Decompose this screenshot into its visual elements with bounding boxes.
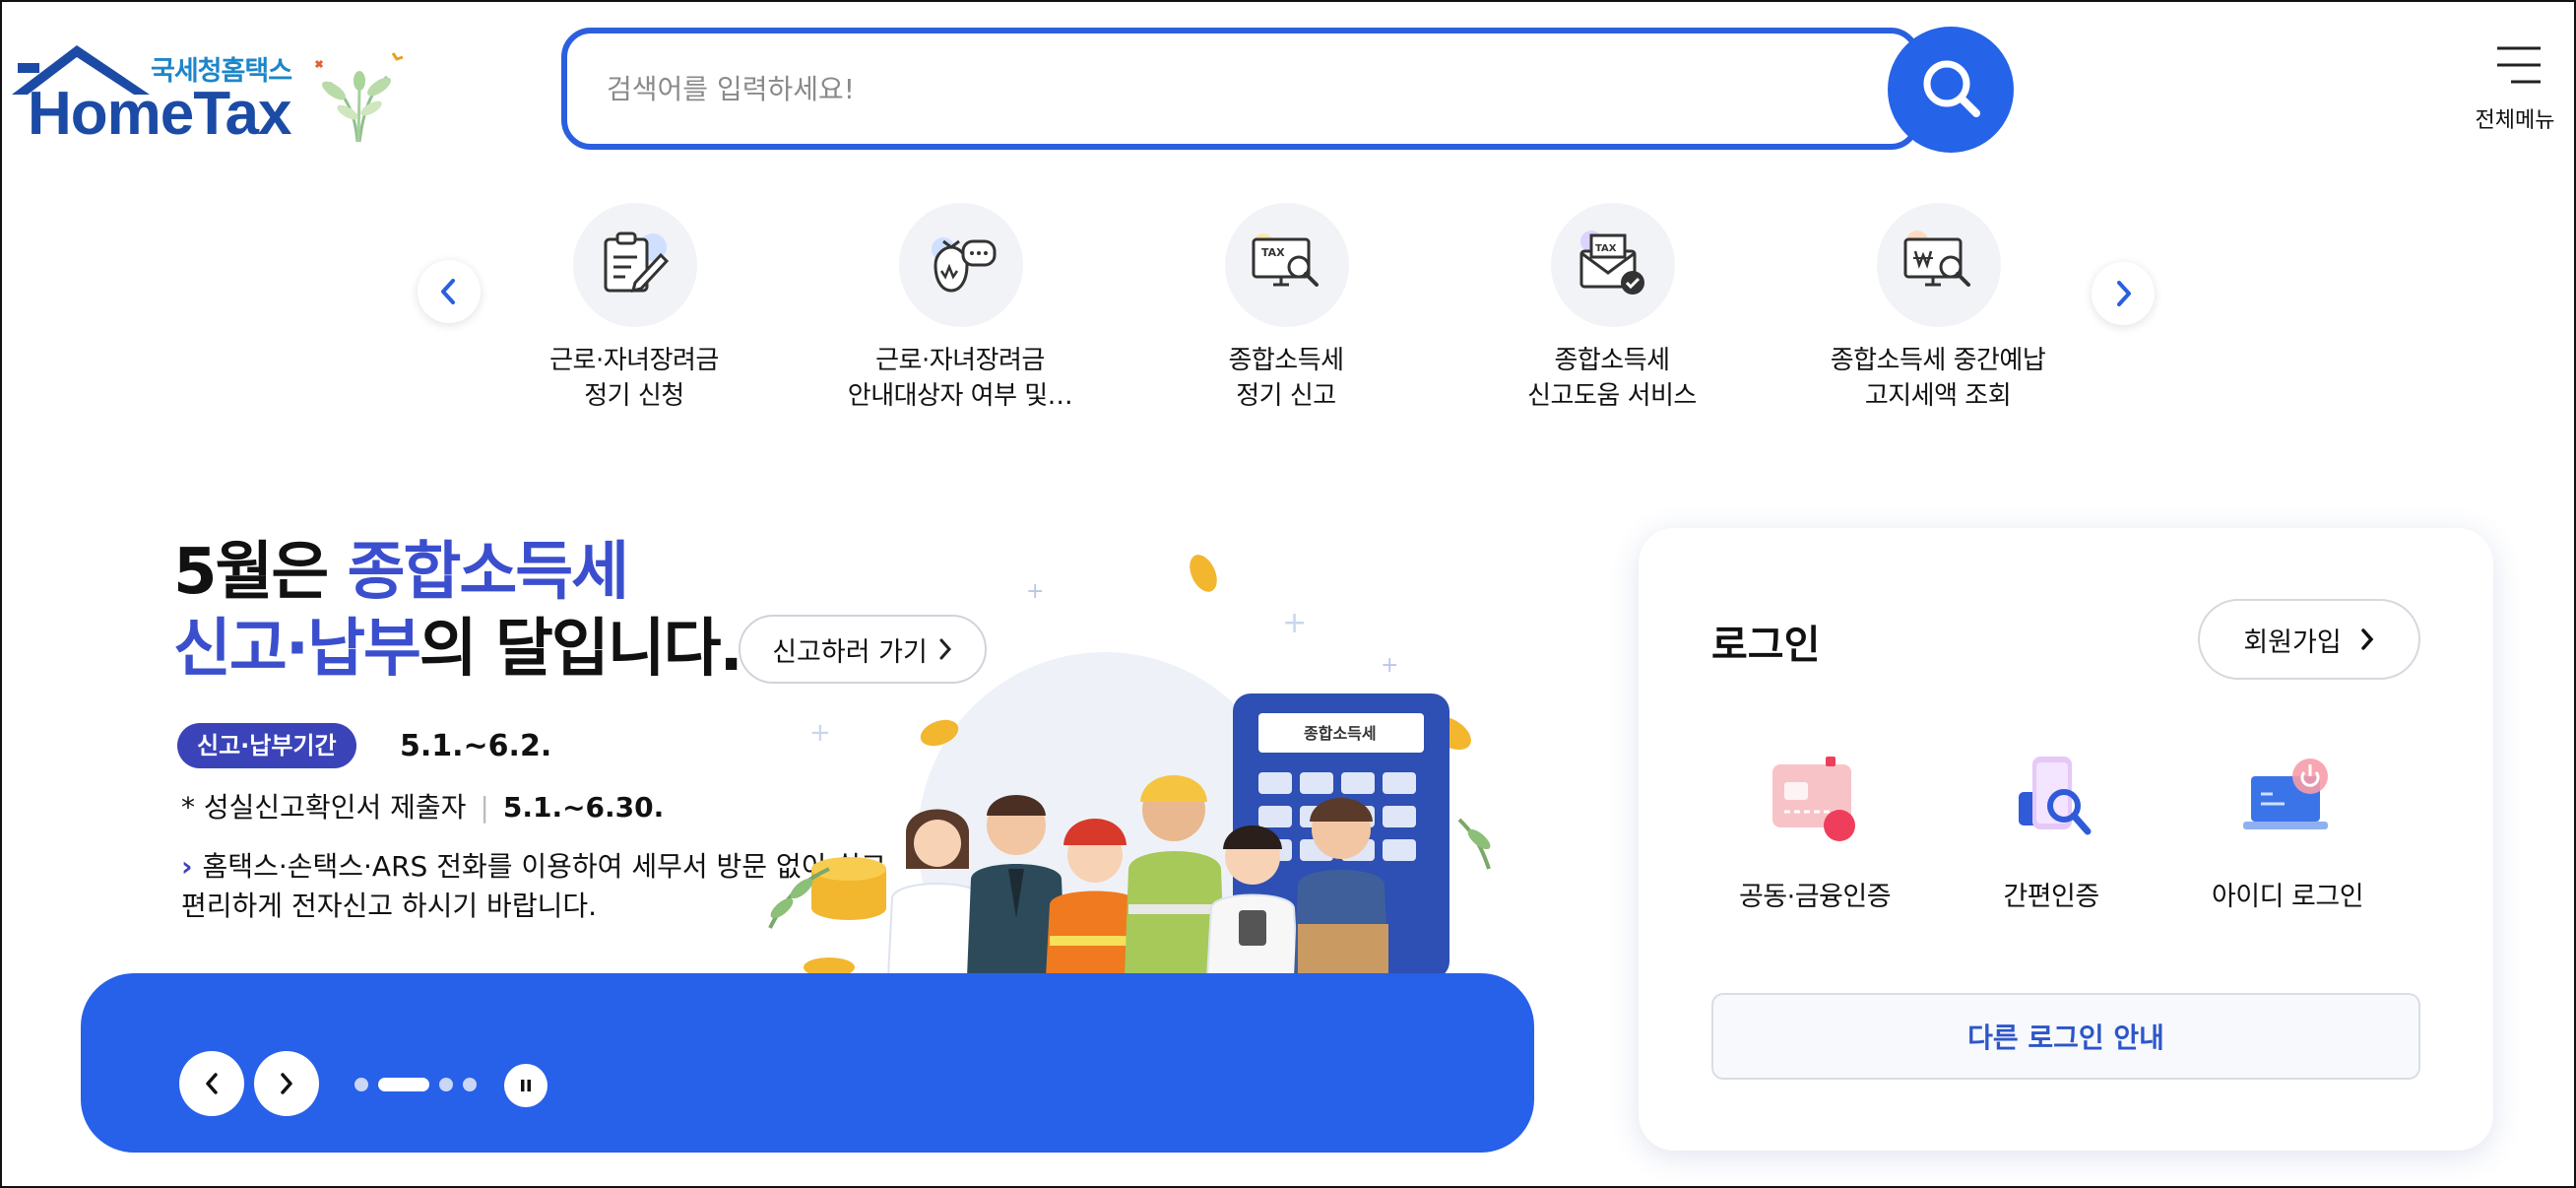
hero-page-dot[interactable] [378,1078,429,1091]
svg-text:+: + [809,718,831,748]
tax-envelope-check-icon: TAX [1579,231,1644,295]
quick-item-icon-bg [573,203,697,327]
signup-button[interactable]: 회원가입 [2198,599,2420,680]
full-menu-button[interactable]: 전체메뉴 [2464,41,2566,136]
svg-text:+: + [1381,653,1398,678]
tax-monitor-search-icon: TAX [1252,233,1319,287]
svg-text:+: + [1282,606,1307,640]
login-panel: 로그인 회원가입 공동·금융인증 간편인증 아이디 로그인 다른 로그인 안내 [1639,528,2493,1151]
quick-item-label: 종합소득세 중간예납 고지세액 조회 [1830,346,2046,411]
other-login-info-button[interactable]: 다른 로그인 안내 [1711,993,2420,1080]
quick-prev-button[interactable] [418,260,481,323]
won-monitor-search-icon [1903,231,1970,287]
auth-label: 공동·금융인증 [1738,882,1892,912]
pause-icon [521,1080,531,1091]
chevron-left-icon [206,1073,218,1094]
quick-item-earned-income-credit-eligibility[interactable]: 근로·자녀장려금 안내대상자 여부 및… [812,203,1108,420]
quick-item-income-tax-filing-help[interactable]: TAX 종합소득세 신고도움 서비스 [1464,203,1760,420]
quick-next-button[interactable] [2092,262,2155,325]
search-icon [1923,60,1980,117]
hero-page-dot[interactable] [354,1078,368,1091]
quick-item-icon-bg [1877,203,2001,327]
hero-page-dot[interactable] [439,1078,453,1091]
caret-right-icon: › [181,850,193,883]
id-login[interactable]: 아이디 로그인 [2184,751,2391,912]
clipboard-pen-icon [604,231,670,294]
chevron-right-icon [2360,628,2374,650]
moneybag-chat-icon [932,237,997,293]
quick-item-icon-bg [899,203,1023,327]
period-badge: 신고·납부기간 [177,723,356,768]
quick-item-label: 종합소득세 정기 신고 [1228,346,1344,411]
hamburger-icon [2497,46,2541,84]
hero-next-button[interactable] [254,1051,319,1116]
hero-title: 5월은 종합소득세 신고·납부의 달입니다. [173,536,743,686]
sincere-filer-period: * 성실신고확인서 제출자 | 5.1.~6.30. [181,791,665,824]
quick-item-icon-bg: TAX [1225,203,1349,327]
login-title: 로그인 [1711,623,1821,668]
hero-slider-bar [81,973,1534,1153]
quick-item-interim-prepayment-inquiry[interactable]: 종합소득세 중간예납 고지세액 조회 [1790,203,2086,420]
hometax-logo[interactable]: 국세청홈택스 HomeTax [8,39,412,148]
search-button[interactable] [1888,27,2014,153]
hero-prev-button[interactable] [179,1051,244,1116]
full-menu-label: 전체메뉴 [2475,108,2555,133]
hero-banner: 5월은 종합소득세 신고·납부의 달입니다. 신고하러 가기 신고·납부기간 5… [2,514,1578,1186]
simple-auth-login[interactable]: 간편인증 [1948,751,2155,912]
chevron-left-icon [441,279,455,304]
hero-pagination [354,1078,477,1091]
auth-label: 아이디 로그인 [2211,882,2364,912]
laptop-power-icon [2243,759,2328,829]
calculator-label: 종합소득세 [1304,724,1377,743]
quick-item-income-tax-regular-filing[interactable]: TAX 종합소득세 정기 신고 [1138,203,1434,420]
signup-label: 회원가입 [2243,627,2342,658]
search-input[interactable] [607,61,1788,116]
search-bar [561,28,1920,150]
quick-item-label: 근로·자녀장려금 안내대상자 여부 및… [847,346,1073,411]
auth-label: 간편인증 [2003,882,2099,912]
quick-item-earned-income-credit-application[interactable]: 근로·자녀장려금 정기 신청 [486,203,782,420]
brand-wordmark: HomeTax [28,80,291,148]
certificate-card-icon [1772,757,1855,841]
hometax-main-page: 국세청홈택스 HomeTax 전체메뉴 [0,0,2576,1188]
hero-pause-button[interactable] [504,1064,547,1107]
quick-item-label: 종합소득세 신고도움 서비스 [1527,346,1697,411]
chevron-right-icon [281,1073,292,1094]
taxpayers-illustration: + + + + 종합소득세 [768,555,1491,997]
quick-item-icon-bg: TAX [1551,203,1675,327]
joint-financial-cert-login[interactable]: 공동·금융인증 [1711,751,1918,912]
chevron-right-icon [2117,281,2131,306]
quick-item-label: 근로·자녀장려금 정기 신청 [549,346,719,411]
period-date: 5.1.~6.2. [400,729,552,763]
hero-page-dot[interactable] [463,1078,477,1091]
svg-text:+: + [1026,579,1044,604]
plant-sprout-icon [314,52,404,143]
svg-text:TAX: TAX [1595,243,1617,254]
svg-text:TAX: TAX [1261,246,1285,259]
phone-search-icon [2019,757,2092,835]
